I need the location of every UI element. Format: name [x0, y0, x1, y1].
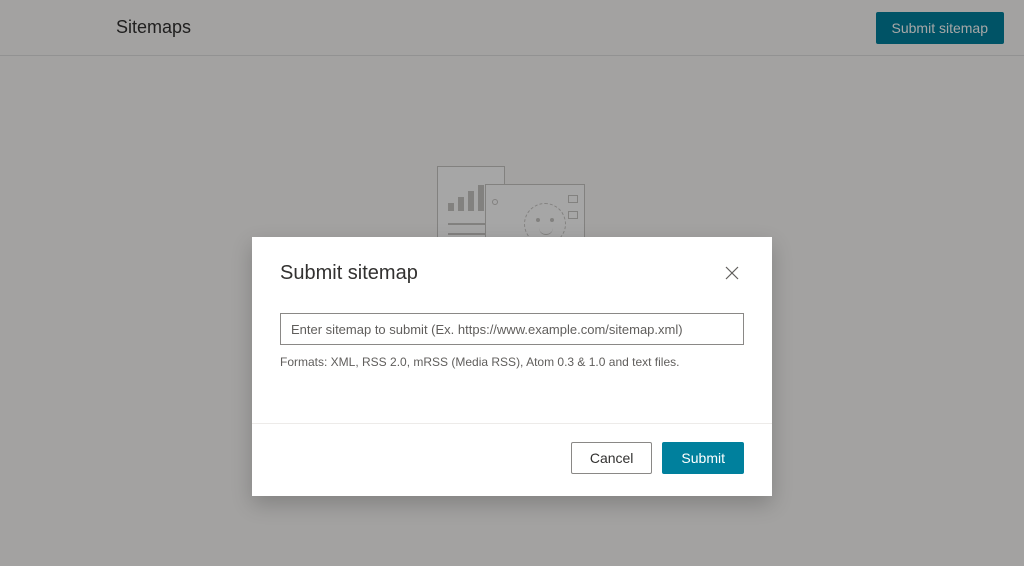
close-icon	[724, 265, 740, 281]
sitemap-url-input[interactable]	[280, 313, 744, 345]
cancel-button[interactable]: Cancel	[571, 442, 653, 474]
modal-overlay[interactable]: Submit sitemap Formats: XML, RSS 2.0, mR…	[0, 0, 1024, 566]
close-button[interactable]	[720, 261, 744, 285]
submit-sitemap-modal: Submit sitemap Formats: XML, RSS 2.0, mR…	[252, 237, 772, 496]
modal-body: Formats: XML, RSS 2.0, mRSS (Media RSS),…	[252, 295, 772, 393]
modal-footer: Cancel Submit	[252, 423, 772, 496]
modal-title: Submit sitemap	[280, 262, 418, 285]
formats-hint: Formats: XML, RSS 2.0, mRSS (Media RSS),…	[280, 355, 744, 369]
modal-header: Submit sitemap	[252, 237, 772, 295]
submit-button[interactable]: Submit	[662, 442, 744, 474]
